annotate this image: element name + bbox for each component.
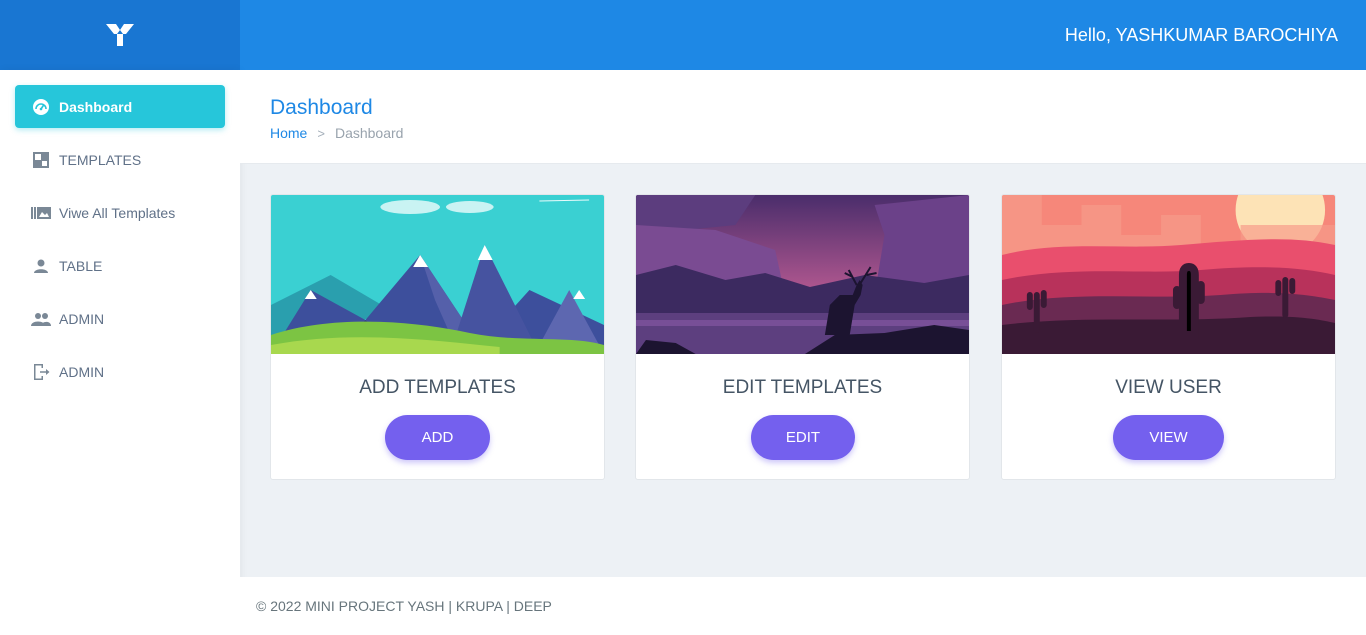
mountains-illustration (271, 195, 604, 354)
sidebar-item-label: Dashboard (59, 98, 133, 115)
page-title: Dashboard (270, 96, 373, 119)
users-icon (31, 309, 51, 329)
desert-cactus-illustration (1002, 195, 1335, 354)
card-title: EDIT TEMPLATES (722, 377, 883, 398)
gallery-icon (31, 203, 51, 223)
sidebar-item-table[interactable]: TABLE (15, 244, 225, 287)
sidebar: Dashboard TEMPLATES Viwe All Templates T… (0, 70, 240, 635)
page-header: Dashboard Home > Dashboard (240, 70, 1366, 164)
sidebar-item-label: TEMPLATES (59, 151, 142, 168)
logout-icon (31, 362, 51, 382)
add-button[interactable]: ADD (385, 415, 490, 460)
footer: © 2022 MINI PROJECT YASH | KRUPA | DEEP (240, 577, 1366, 635)
breadcrumb-current: Dashboard (334, 125, 404, 141)
sidebar-item-label: ADMIN (59, 310, 105, 327)
card-edit-templates: EDIT TEMPLATES EDIT (635, 194, 970, 480)
speedometer-icon (31, 97, 51, 117)
sidebar-item-admin-logout[interactable]: ADMIN (15, 350, 225, 393)
sidebar-item-templates[interactable]: TEMPLATES (15, 138, 225, 181)
deer-landscape-illustration (636, 195, 969, 354)
user-greeting[interactable]: Hello, YASHKUMAR BAROCHIYA (1065, 25, 1338, 46)
brand-logo-icon (106, 24, 134, 46)
chevron-right-icon: > (317, 125, 325, 141)
footer-copyright: © 2022 MINI PROJECT YASH | KRUPA | DEEP (256, 598, 552, 614)
top-navbar: Hello, YASHKUMAR BAROCHIYA (0, 0, 1366, 70)
user-icon (31, 256, 51, 276)
edit-button[interactable]: EDIT (751, 415, 855, 460)
grid-icon (31, 150, 51, 170)
sidebar-item-label: Viwe All Templates (59, 204, 176, 221)
sidebar-item-view-all-templates[interactable]: Viwe All Templates (15, 191, 225, 234)
breadcrumb-home-link[interactable]: Home (270, 125, 307, 141)
card-view-user: VIEW USER VIEW (1001, 194, 1336, 480)
sidebar-item-admin[interactable]: ADMIN (15, 297, 225, 340)
card-title: VIEW USER (1115, 377, 1222, 398)
sidebar-item-label: ADMIN (59, 363, 105, 380)
sidebar-item-label: TABLE (59, 257, 103, 274)
sidebar-item-dashboard[interactable]: Dashboard (15, 85, 225, 128)
card-title: ADD TEMPLATES (359, 377, 516, 398)
card-add-templates: ADD TEMPLATES ADD (270, 194, 605, 480)
brand-logo[interactable] (0, 0, 240, 70)
view-button[interactable]: VIEW (1113, 415, 1224, 460)
breadcrumb: Home > Dashboard (270, 125, 403, 141)
